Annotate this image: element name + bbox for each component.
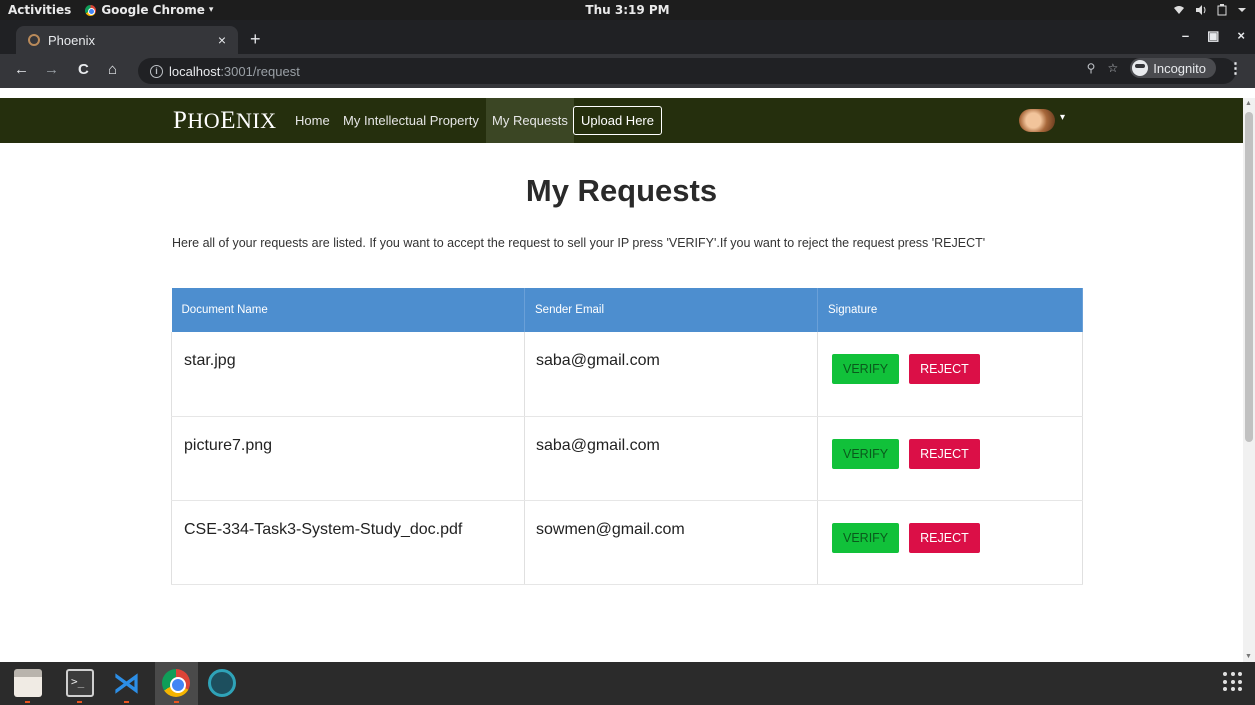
app-navbar: PHOENIX Home My Intellectual Property My… <box>0 98 1243 143</box>
running-indicator <box>174 701 179 703</box>
brand-logo[interactable]: PHOENIX <box>173 107 277 135</box>
avatar[interactable] <box>1019 109 1055 132</box>
running-indicator <box>25 701 30 703</box>
nav-home[interactable]: Home <box>295 98 330 143</box>
nav-my-requests[interactable]: My Requests <box>486 98 574 143</box>
app-menu[interactable]: Google Chrome ▾ <box>85 3 213 17</box>
wifi-icon <box>1174 6 1184 14</box>
forward-arrow-icon[interactable]: → <box>44 61 59 78</box>
table-row: CSE-334-Task3-System-Study_doc.pdf sowme… <box>171 500 1083 585</box>
home-icon[interactable]: ⌂ <box>108 61 117 78</box>
running-indicator <box>77 701 82 703</box>
minimize-icon[interactable]: – <box>1182 28 1189 44</box>
app-menu-label: Google Chrome <box>101 3 205 17</box>
reject-button[interactable]: REJECT <box>909 354 980 384</box>
browser-toolbar: ← → C ⌂ i localhost :3001/request ⚲ ☆ In… <box>0 54 1255 88</box>
files-icon[interactable] <box>14 669 42 697</box>
os-top-bar: Activities Google Chrome ▾ Thu 3:19 PM <box>0 0 1255 20</box>
document-name-cell: picture7.png <box>171 416 525 501</box>
nav-my-intellectual-property[interactable]: My Intellectual Property <box>343 98 479 143</box>
toolbar-right: ⚲ ☆ Incognito ⋮ <box>1087 58 1243 78</box>
document-name-cell: star.jpg <box>171 332 525 417</box>
url-path: :3001/request <box>220 63 300 79</box>
show-applications-icon[interactable] <box>1223 672 1243 692</box>
verify-button[interactable]: VERIFY <box>832 522 900 553</box>
browser-tab-strip: Phoenix × + – ▣ × <box>0 20 1255 54</box>
battery-icon <box>1217 4 1227 16</box>
verify-button[interactable]: VERIFY <box>832 354 900 384</box>
page-viewport: PHOENIX Home My Intellectual Property My… <box>0 98 1243 662</box>
bookmark-star-icon[interactable]: ☆ <box>1107 61 1118 75</box>
incognito-label: Incognito <box>1153 60 1206 76</box>
close-window-icon[interactable]: × <box>1237 28 1245 44</box>
clock[interactable]: Thu 3:19 PM <box>585 3 669 17</box>
system-menu-icon <box>1238 8 1246 12</box>
incognito-badge[interactable]: Incognito <box>1130 58 1216 78</box>
column-header-document-name: Document Name <box>171 288 525 332</box>
new-tab-button[interactable]: + <box>250 29 261 50</box>
requests-table: Document Name Sender Email Signature sta… <box>171 288 1083 585</box>
os-dock: >_ ⋊ <box>0 662 1255 705</box>
sender-email-cell: sowmen@gmail.com <box>524 500 818 585</box>
system-tray[interactable] <box>1173 4 1247 16</box>
column-header-sender-email: Sender Email <box>524 288 818 332</box>
chevron-down-icon: ▾ <box>208 5 214 15</box>
activities-button[interactable]: Activities <box>8 3 71 17</box>
site-info-icon[interactable]: i <box>150 64 163 78</box>
scroll-up-icon[interactable]: ▲ <box>1245 100 1252 107</box>
address-bar[interactable]: i localhost :3001/request <box>138 58 1236 84</box>
sender-email-cell: saba@gmail.com <box>524 332 818 417</box>
reject-button[interactable]: REJECT <box>909 522 980 553</box>
app-launcher-icon[interactable] <box>208 669 236 697</box>
incognito-icon <box>1132 60 1149 76</box>
signature-cell: VERIFY REJECT <box>817 500 1083 585</box>
chrome-icon <box>85 4 97 16</box>
reload-icon[interactable]: C <box>78 61 89 78</box>
chrome-icon[interactable] <box>162 669 190 697</box>
page-description: Here all of your requests are listed. If… <box>172 236 986 250</box>
table-row: star.jpg saba@gmail.com VERIFY REJECT <box>171 332 1083 417</box>
volume-icon <box>1196 5 1206 15</box>
maximize-icon[interactable]: ▣ <box>1207 28 1219 44</box>
tab-title: Phoenix <box>48 32 95 48</box>
verify-button[interactable]: VERIFY <box>832 438 900 469</box>
window-controls: – ▣ × <box>1182 28 1245 44</box>
url-host: localhost <box>169 63 221 79</box>
scrollbar-thumb[interactable] <box>1245 112 1253 442</box>
signature-cell: VERIFY REJECT <box>817 332 1083 417</box>
browser-tab-phoenix[interactable]: Phoenix × <box>16 26 238 54</box>
chevron-down-icon[interactable]: ▾ <box>1060 112 1065 123</box>
reject-button[interactable]: REJECT <box>909 438 980 469</box>
running-indicator <box>124 701 129 703</box>
close-tab-icon[interactable]: × <box>218 32 226 48</box>
signature-cell: VERIFY REJECT <box>817 416 1083 501</box>
vscode-icon[interactable]: ⋊ <box>113 669 141 697</box>
upload-here-button[interactable]: Upload Here <box>573 106 662 135</box>
page-scrollbar[interactable]: ▲ ▼ <box>1243 98 1255 662</box>
sender-email-cell: saba@gmail.com <box>524 416 818 501</box>
column-header-signature: Signature <box>817 288 1083 332</box>
browser-menu-icon[interactable]: ⋮ <box>1228 59 1243 77</box>
terminal-icon[interactable]: >_ <box>66 669 94 697</box>
zoom-icon[interactable]: ⚲ <box>1087 61 1096 75</box>
page-title: My Requests <box>525 173 718 208</box>
table-row: picture7.png saba@gmail.com VERIFY REJECT <box>171 416 1083 501</box>
back-arrow-icon[interactable]: ← <box>14 61 29 78</box>
scroll-down-icon[interactable]: ▼ <box>1245 653 1252 660</box>
document-name-cell: CSE-334-Task3-System-Study_doc.pdf <box>171 500 525 585</box>
table-header-row: Document Name Sender Email Signature <box>171 288 1083 332</box>
favicon-icon <box>28 34 40 46</box>
